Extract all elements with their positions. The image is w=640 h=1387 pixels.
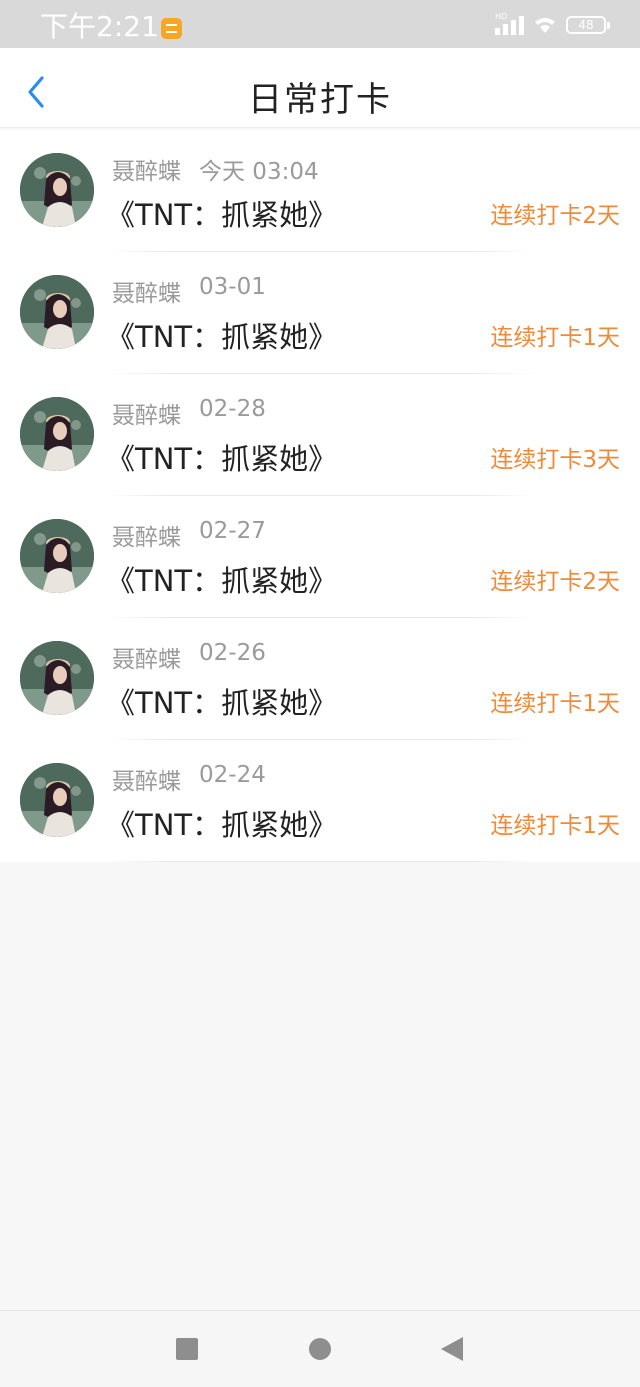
network-label: HD	[495, 12, 508, 21]
avatar-image	[20, 153, 94, 227]
checkin-time: 02-26	[199, 640, 266, 666]
page-title: 日常打卡	[248, 80, 392, 120]
home-button[interactable]	[309, 1338, 331, 1360]
checkin-row[interactable]: 聂醉蝶 02-27 《TNT：抓紧她》 连续打卡2天	[0, 496, 640, 618]
checkin-row[interactable]: 聂醉蝶 03-01 《TNT：抓紧她》 连续打卡1天	[0, 252, 640, 374]
checkin-row[interactable]: 聂醉蝶 今天 03:04 《TNT：抓紧她》 连续打卡2天	[0, 130, 640, 252]
checkin-row[interactable]: 聂醉蝶 02-24 《TNT：抓紧她》 连续打卡1天	[0, 740, 640, 862]
book-title[interactable]: 《TNT：抓紧她》	[106, 314, 337, 356]
wifi-icon	[535, 18, 555, 33]
user-name[interactable]: 聂醉蝶	[112, 274, 181, 308]
avatar-image	[20, 763, 94, 837]
checkin-meta: 聂醉蝶 02-26	[112, 640, 266, 674]
checkin-time: 02-24	[199, 762, 266, 788]
checkin-time: 02-28	[199, 396, 266, 422]
app-notification-icon	[161, 18, 182, 39]
user-name[interactable]: 聂醉蝶	[112, 152, 181, 186]
signal-icon: HD	[495, 12, 524, 35]
checkin-time: 03-01	[199, 274, 266, 300]
checkin-time: 02-27	[199, 518, 266, 544]
checkin-meta: 聂醉蝶 02-24	[112, 762, 266, 796]
avatar-image	[20, 397, 94, 471]
avatar[interactable]	[20, 763, 94, 837]
avatar-image	[20, 641, 94, 715]
battery-level: 48	[578, 18, 594, 32]
book-title[interactable]: 《TNT：抓紧她》	[106, 436, 337, 478]
book-title[interactable]: 《TNT：抓紧她》	[106, 802, 337, 844]
checkin-meta: 聂醉蝶 02-27	[112, 518, 266, 552]
streak-label: 连续打卡1天	[490, 325, 620, 351]
avatar-image	[20, 519, 94, 593]
checkin-row[interactable]: 聂醉蝶 02-28 《TNT：抓紧她》 连续打卡3天	[0, 374, 640, 496]
system-back-button[interactable]	[441, 1337, 463, 1361]
user-name[interactable]: 聂醉蝶	[112, 640, 181, 674]
avatar[interactable]	[20, 275, 94, 349]
streak-label: 连续打卡3天	[490, 447, 620, 473]
row-divider	[104, 861, 536, 862]
book-title[interactable]: 《TNT：抓紧她》	[106, 558, 337, 600]
system-nav-bar	[0, 1310, 640, 1387]
streak-label: 连续打卡2天	[490, 203, 620, 229]
checkin-time: 今天 03:04	[199, 159, 319, 185]
status-bar: 下午2:21 HD 48	[0, 0, 640, 48]
avatar-image	[20, 275, 94, 349]
checkin-list: 聂醉蝶 今天 03:04 《TNT：抓紧她》 连续打卡2天 聂醉蝶 03-01 …	[0, 130, 640, 862]
book-title[interactable]: 《TNT：抓紧她》	[106, 192, 337, 234]
battery-icon: 48	[566, 16, 610, 34]
user-name[interactable]: 聂醉蝶	[112, 396, 181, 430]
recent-apps-button[interactable]	[176, 1338, 198, 1360]
status-time: 下午2:21	[40, 10, 159, 43]
checkin-row[interactable]: 聂醉蝶 02-26 《TNT：抓紧她》 连续打卡1天	[0, 618, 640, 740]
avatar[interactable]	[20, 397, 94, 471]
streak-label: 连续打卡1天	[490, 691, 620, 717]
user-name[interactable]: 聂醉蝶	[112, 518, 181, 552]
checkin-meta: 聂醉蝶 今天 03:04	[112, 152, 319, 186]
avatar[interactable]	[20, 153, 94, 227]
checkin-meta: 聂醉蝶 02-28	[112, 396, 266, 430]
book-title[interactable]: 《TNT：抓紧她》	[106, 680, 337, 722]
user-name[interactable]: 聂醉蝶	[112, 762, 181, 796]
status-icons: HD 48	[495, 12, 610, 35]
streak-label: 连续打卡2天	[490, 569, 620, 595]
streak-label: 连续打卡1天	[490, 813, 620, 839]
avatar[interactable]	[20, 641, 94, 715]
checkin-meta: 聂醉蝶 03-01	[112, 274, 266, 308]
nav-bar: 日常打卡	[0, 48, 640, 128]
avatar[interactable]	[20, 519, 94, 593]
